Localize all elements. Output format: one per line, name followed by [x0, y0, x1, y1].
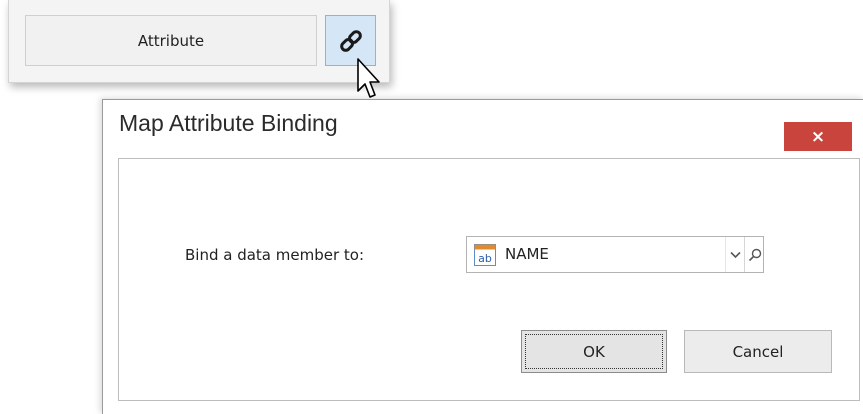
attribute-button-label: Attribute — [137, 31, 205, 50]
data-member-value: NAME — [505, 245, 549, 263]
link-icon — [339, 29, 362, 52]
string-field-icon-text: ab — [478, 252, 492, 265]
search-icon — [748, 248, 761, 261]
data-member-field[interactable]: ab NAME — [466, 236, 764, 273]
attribute-button[interactable]: Attribute — [25, 15, 317, 66]
cancel-button-label: Cancel — [732, 342, 784, 361]
close-icon: × — [810, 126, 826, 147]
dialog-title: Map Attribute Binding — [119, 110, 338, 136]
attribute-panel: Attribute — [8, 0, 390, 83]
string-field-icon: ab — [474, 244, 496, 266]
cancel-button[interactable]: Cancel — [684, 330, 832, 373]
mouse-cursor-icon — [357, 58, 380, 98]
search-button[interactable] — [744, 237, 764, 272]
chevron-down-icon — [730, 251, 741, 258]
dialog-body: Bind a data member to: ab NAME OK Cancel — [118, 158, 860, 401]
dialog-titlebar[interactable]: Map Attribute Binding × — [103, 100, 863, 151]
bind-data-member-label: Bind a data member to: — [185, 246, 365, 264]
close-button[interactable]: × — [784, 122, 852, 151]
map-attribute-binding-dialog: Map Attribute Binding × Bind a data memb… — [102, 99, 863, 414]
ok-button[interactable]: OK — [521, 330, 667, 373]
ok-button-label: OK — [583, 342, 605, 361]
dropdown-button[interactable] — [725, 237, 745, 272]
